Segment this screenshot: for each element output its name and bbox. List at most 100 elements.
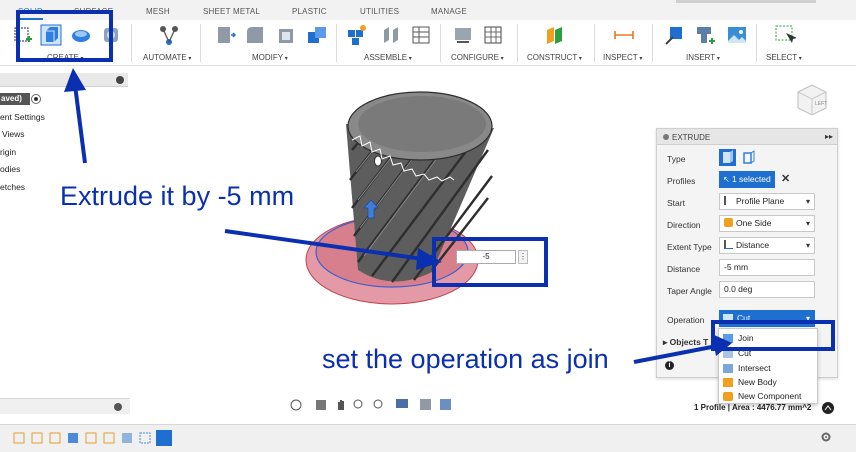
revolve-icon[interactable] — [70, 24, 92, 46]
extent-type-dropdown[interactable]: Distance — [719, 237, 815, 254]
timeline-feature-icon[interactable] — [122, 433, 132, 443]
configure-menu[interactable]: CONFIGURE — [451, 53, 504, 62]
extrude-icon[interactable] — [40, 24, 62, 46]
ribbon-tabs: SOLID SURFACE MESH SHEET METAL PLASTIC U… — [0, 0, 856, 20]
look-at-icon[interactable] — [316, 400, 326, 410]
extent-type-value: Distance — [736, 240, 770, 250]
configure-icon[interactable] — [452, 24, 474, 46]
pan-icon[interactable] — [338, 400, 344, 410]
insert-mcmaster-icon[interactable] — [694, 24, 716, 46]
tab-mesh[interactable]: MESH — [146, 7, 170, 16]
annotation-extrude-text: Extrude it by -5 mm — [60, 181, 295, 211]
direction-dropdown[interactable]: One Side — [719, 215, 815, 232]
comments-bar — [0, 398, 130, 414]
timeline — [0, 424, 856, 452]
start-dropdown[interactable]: Profile Plane — [719, 193, 815, 210]
cut-icon — [723, 349, 733, 358]
new-component-icon[interactable] — [346, 24, 368, 46]
grid-settings-icon[interactable] — [420, 399, 431, 410]
distance-input-overlay[interactable]: -5 — [456, 250, 516, 264]
shell-icon[interactable] — [276, 24, 298, 46]
profiles-label: Profiles — [667, 176, 696, 186]
new-sketch-icon[interactable] — [12, 24, 34, 46]
combine-icon[interactable] — [306, 24, 328, 46]
select-menu[interactable]: SELECT — [766, 53, 802, 62]
assemble-menu[interactable]: ASSEMBLE — [364, 53, 412, 62]
taper-angle-field[interactable]: 0.0 deg — [719, 281, 815, 298]
create-menu[interactable]: CREATE — [47, 53, 84, 62]
offset-plane-icon[interactable] — [543, 24, 565, 46]
info-icon[interactable]: i — [665, 361, 674, 370]
menu-item-new-component[interactable]: New Component — [719, 389, 817, 404]
press-pull-icon[interactable] — [214, 24, 236, 46]
timeline-sketch-icon[interactable] — [31, 432, 43, 444]
profiles-selected-count: 1 selected — [731, 174, 771, 184]
inspect-menu[interactable]: INSPECT — [603, 53, 642, 62]
insert-canvas-icon[interactable] — [726, 24, 748, 46]
type-label: Type — [667, 154, 686, 164]
timeline-settings-gear-icon[interactable] — [820, 431, 832, 443]
divider — [652, 24, 653, 62]
sweep-icon[interactable] — [100, 24, 122, 46]
tab-surface[interactable]: SURFACE — [74, 7, 113, 16]
comments-add-icon[interactable] — [114, 403, 122, 411]
tab-manage[interactable]: MANAGE — [431, 7, 467, 16]
join-icon — [723, 334, 733, 343]
timeline-sketch-icon[interactable] — [85, 432, 97, 444]
menu-item-join[interactable]: Join — [719, 331, 817, 346]
clear-selection-icon[interactable]: ✕ — [781, 172, 790, 185]
timeline-sketch-icon[interactable] — [103, 432, 115, 444]
intersect-icon — [723, 364, 733, 373]
zoom-icon[interactable] — [353, 399, 363, 409]
orbit-icon[interactable] — [290, 399, 302, 411]
start-label: Start — [667, 198, 685, 208]
distance-field[interactable]: -5 mm — [719, 259, 815, 276]
configure-table-icon[interactable] — [482, 24, 504, 46]
automate-menu[interactable]: AUTOMATE — [143, 53, 191, 62]
tab-plastic[interactable]: PLASTIC — [292, 7, 327, 16]
menu-item-label: Cut — [738, 348, 752, 358]
type-thin-icon[interactable] — [741, 150, 756, 165]
profiles-selection-button[interactable]: ↖ 1 selected — [719, 171, 775, 188]
tab-sheet-metal[interactable]: SHEET METAL — [203, 7, 260, 16]
timeline-sketch-icon[interactable] — [49, 432, 61, 444]
joint-icon[interactable] — [380, 24, 402, 46]
fit-icon[interactable] — [373, 399, 383, 409]
construct-menu[interactable]: CONSTRUCT — [527, 53, 582, 62]
timeline-current-feature-icon[interactable] — [156, 430, 172, 446]
divider — [594, 24, 595, 62]
menu-item-intersect[interactable]: Intersect — [719, 361, 817, 376]
timeline-feature-icon[interactable] — [139, 432, 151, 444]
status-options-icon[interactable] — [822, 402, 834, 414]
view-cube-face-left: LEFT — [815, 101, 827, 107]
objects-to-cut-toggle[interactable]: ▸ Objects T — [663, 337, 708, 348]
expand-dialog-icon[interactable]: ▸▸ — [825, 132, 833, 141]
measure-icon[interactable] — [613, 24, 635, 46]
menu-item-new-body[interactable]: New Body — [719, 375, 817, 390]
timeline-extrude-icon[interactable] — [68, 433, 78, 443]
insert-derive-icon[interactable] — [664, 24, 686, 46]
select-icon[interactable] — [774, 24, 796, 46]
type-solid-icon[interactable] — [719, 149, 736, 166]
direction-value: One Side — [736, 218, 772, 228]
fillet-icon[interactable] — [244, 24, 266, 46]
cut-op-icon — [723, 314, 733, 323]
objects-label: Objects T — [669, 337, 709, 347]
distance-options-icon[interactable]: ⋮ — [518, 250, 528, 264]
operation-dropdown[interactable]: Cut — [719, 310, 815, 327]
viewports-icon[interactable] — [440, 399, 451, 410]
tab-utilities[interactable]: UTILITIES — [360, 7, 399, 16]
view-cube-icon[interactable]: LEFT — [790, 78, 832, 120]
modify-menu[interactable]: MODIFY — [252, 53, 288, 62]
menu-item-cut[interactable]: Cut — [719, 346, 817, 361]
bom-icon[interactable] — [410, 24, 432, 46]
display-settings-icon[interactable] — [396, 399, 408, 408]
profile-plane-icon — [724, 196, 733, 205]
timeline-sketch-icon[interactable] — [13, 432, 25, 444]
extent-type-label: Extent Type — [667, 242, 712, 252]
operation-label: Operation — [667, 315, 705, 325]
automate-icon[interactable] — [158, 24, 180, 46]
tab-solid[interactable]: SOLID — [18, 7, 44, 20]
top-face-inner — [358, 96, 486, 152]
insert-menu[interactable]: INSERT — [686, 53, 720, 62]
